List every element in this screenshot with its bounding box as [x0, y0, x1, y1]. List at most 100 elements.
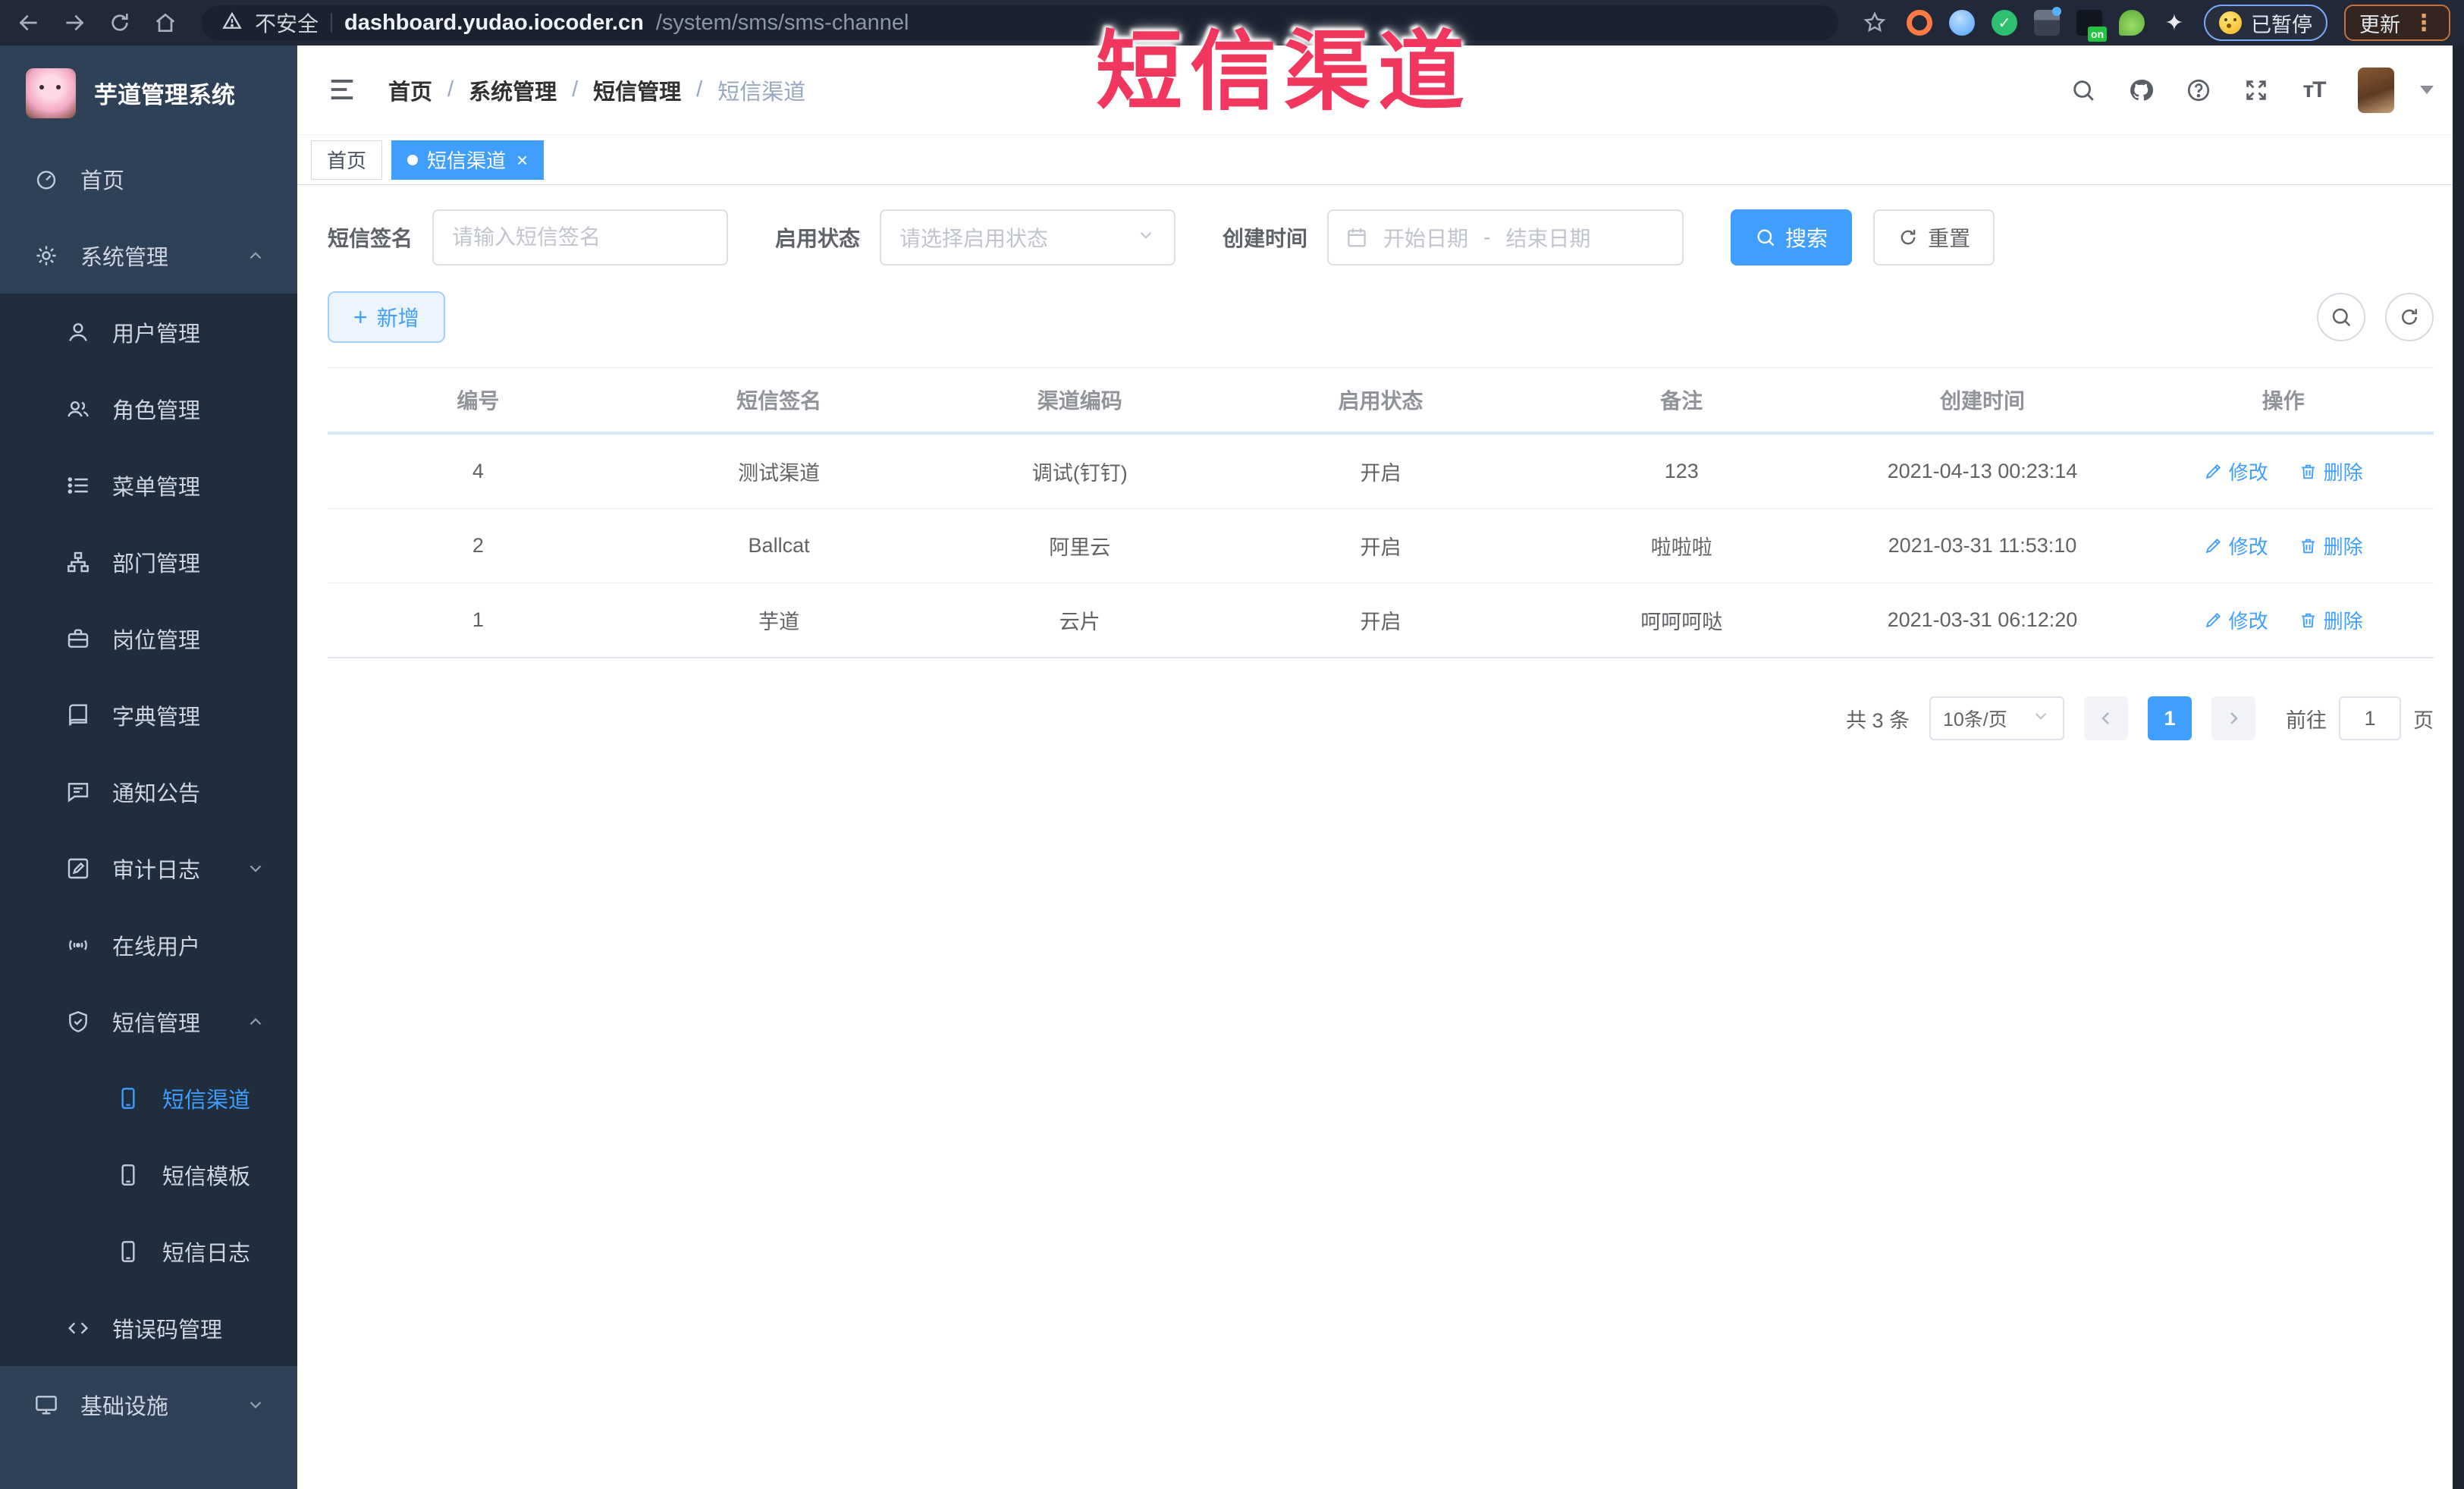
edit-link[interactable]: 修改: [2204, 532, 2268, 560]
breadcrumb-home[interactable]: 首页: [388, 74, 432, 106]
browser-update-button[interactable]: 更新 ⋮: [2344, 5, 2450, 41]
sidebar-item-post-management[interactable]: 岗位管理: [0, 600, 297, 677]
sidebar-item-label: 通知公告: [112, 781, 201, 806]
user-icon: [65, 319, 91, 345]
check-icon: ✓: [1998, 14, 2011, 32]
main-panel: 首页 / 系统管理 / 短信管理 / 短信渠道 тT 首页 短信渠道 × 短信签…: [297, 46, 2464, 1489]
goto-page-input[interactable]: [2339, 696, 2401, 740]
sidebar-item-sms-template[interactable]: 短信模板: [0, 1136, 297, 1213]
column-header-actions: 操作: [2262, 389, 2305, 413]
sidebar-item-notice[interactable]: 通知公告: [0, 753, 297, 830]
cell-signature: Ballcat: [748, 534, 810, 557]
extension-icon-green-check[interactable]: ✓: [1992, 10, 2017, 36]
refresh-table-button[interactable]: [2385, 293, 2434, 341]
sidebar-item-user-management[interactable]: 用户管理: [0, 294, 297, 370]
sidebar-item-error-code-management[interactable]: 错误码管理: [0, 1290, 297, 1366]
edit-label: 修改: [2228, 536, 2268, 558]
sidebar-item-label: 首页: [80, 168, 125, 193]
delete-link[interactable]: 删除: [2299, 532, 2363, 560]
pencil-icon: [2205, 464, 2221, 479]
breadcrumb-system[interactable]: 系统管理: [469, 74, 557, 106]
sidebar-item-audit-log[interactable]: 审计日志: [0, 830, 297, 906]
cell-signature: 芋道: [758, 611, 800, 633]
page-size-select[interactable]: 10条/页: [1929, 696, 2064, 740]
kebab-menu-icon[interactable]: ⋮: [2412, 10, 2435, 36]
avatar[interactable]: [2358, 67, 2394, 113]
toggle-search-button[interactable]: [2317, 293, 2365, 341]
sidebar-item-department-management[interactable]: 部门管理: [0, 523, 297, 600]
extension-icon-blue-drop[interactable]: [1949, 10, 1975, 36]
page-number-1[interactable]: 1: [2148, 696, 2192, 740]
profile-paused-chip[interactable]: 已暂停: [2204, 5, 2327, 41]
delete-link[interactable]: 删除: [2299, 457, 2363, 485]
cell-code: 云片: [1059, 611, 1100, 633]
briefcase-icon: [65, 626, 91, 652]
cell-id: 1: [472, 608, 484, 631]
browser-home-button[interactable]: [150, 8, 180, 38]
address-bar[interactable]: 不安全 dashboard.yudao.iocoder.cn /system/s…: [202, 5, 1838, 40]
table-row[interactable]: 2 Ballcat 阿里云 开启 啦啦啦 2021-03-31 11:53:10…: [328, 509, 2434, 583]
url-host[interactable]: dashboard.yudao.iocoder.cn: [344, 11, 644, 36]
signature-input[interactable]: [432, 209, 729, 265]
sidebar-item-role-management[interactable]: 角色管理: [0, 370, 297, 447]
table-row[interactable]: 1 芋道 云片 开启 呵呵呵哒 2021-03-31 06:12:20 修改 删…: [328, 583, 2434, 658]
prev-page-button[interactable]: [2084, 696, 2128, 740]
add-button[interactable]: + 新增: [328, 291, 445, 343]
sidebar-item-menu-management[interactable]: 菜单管理: [0, 447, 297, 523]
sidebar-item-infrastructure[interactable]: 基础设施: [0, 1366, 297, 1443]
sidebar-logo-row[interactable]: 芋道管理系统: [0, 46, 297, 140]
bookmark-star-icon[interactable]: [1860, 8, 1890, 38]
font-size-icon[interactable]: тT: [2300, 77, 2327, 104]
cell-created: 2021-04-13 00:23:14: [1887, 460, 2078, 482]
browser-forward-button[interactable]: [59, 8, 89, 38]
sidebar-item-sms-channel[interactable]: 短信渠道: [0, 1060, 297, 1136]
help-icon[interactable]: [2185, 77, 2212, 104]
security-label[interactable]: 不安全: [255, 8, 319, 38]
fullscreen-icon[interactable]: [2243, 77, 2270, 104]
arrow-right-icon: [66, 14, 84, 31]
search-button[interactable]: 搜索: [1731, 209, 1853, 265]
reset-button[interactable]: 重置: [1873, 209, 1995, 265]
sidebar-item-system-management[interactable]: 系统管理: [0, 217, 297, 294]
book-icon: [65, 702, 91, 728]
app-title: 芋道管理系统: [94, 82, 235, 108]
cell-code: 阿里云: [1049, 536, 1111, 559]
delete-link[interactable]: 删除: [2299, 606, 2363, 634]
hamburger-icon[interactable]: [328, 75, 358, 105]
reset-button-label: 重置: [1928, 227, 1971, 250]
app-logo: [26, 68, 76, 118]
edit-link[interactable]: 修改: [2204, 457, 2268, 485]
close-icon[interactable]: ×: [516, 150, 528, 170]
topbar-actions: тT: [2070, 67, 2434, 113]
sidebar-item-online-users[interactable]: 在线用户: [0, 906, 297, 983]
chevron-up-icon: [246, 246, 265, 265]
extension-icon-grid[interactable]: [2034, 7, 2061, 36]
edit-link[interactable]: 修改: [2204, 606, 2268, 634]
sidebar-item-sms-log[interactable]: 短信日志: [0, 1213, 297, 1290]
extension-icon-orange-ring[interactable]: [1907, 10, 1932, 36]
sidebar-item-dict-management[interactable]: 字典管理: [0, 677, 297, 753]
tab-sms-channel[interactable]: 短信渠道 ×: [391, 140, 545, 180]
next-page-button[interactable]: [2211, 696, 2255, 740]
cell-actions: 修改 删除: [2133, 509, 2434, 583]
breadcrumb-sms[interactable]: 短信管理: [593, 74, 681, 106]
tab-home[interactable]: 首页: [311, 140, 383, 180]
extension-icon-dark-card[interactable]: on: [2076, 10, 2107, 42]
caret-down-icon[interactable]: [2420, 86, 2434, 94]
github-icon[interactable]: [2127, 77, 2155, 104]
date-range-picker[interactable]: 开始日期 - 结束日期: [1327, 209, 1684, 265]
sidebar-item-sms-management[interactable]: 短信管理: [0, 983, 297, 1060]
extension-icon-meeple[interactable]: ✦: [2161, 10, 2187, 36]
browser-back-button[interactable]: [14, 8, 44, 38]
status-select[interactable]: 请选择启用状态: [880, 209, 1176, 265]
extension-icon-sprout[interactable]: [2119, 10, 2145, 36]
sidebar-item-label: 岗位管理: [112, 628, 201, 653]
url-path[interactable]: /system/sms/sms-channel: [656, 11, 909, 36]
search-icon[interactable]: [2070, 77, 2097, 104]
cell-remark: 呵呵呵哒: [1640, 611, 1723, 633]
browser-reload-button[interactable]: [105, 8, 135, 38]
browser-scrollbar[interactable]: [2453, 46, 2464, 1489]
table-toolbar: + 新增: [328, 291, 2434, 343]
table-row[interactable]: 4 测试渠道 调试(钉钉) 开启 123 2021-04-13 00:23:14…: [328, 435, 2434, 509]
sidebar-item-home[interactable]: 首页: [0, 140, 297, 217]
